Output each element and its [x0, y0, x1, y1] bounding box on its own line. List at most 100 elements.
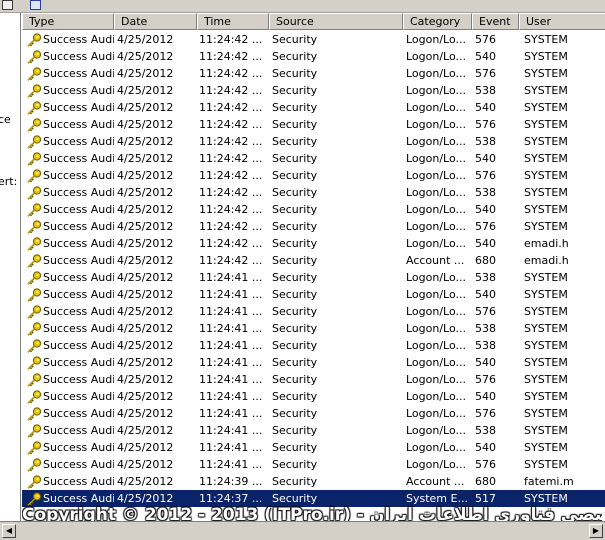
event-id-cell: 540	[475, 288, 496, 301]
user-cell: SYSTEM	[524, 390, 568, 403]
time-cell: 11:24:42 ...	[199, 203, 263, 216]
user-cell: SYSTEM	[524, 203, 568, 216]
date-cell: 4/25/2012	[117, 271, 174, 284]
table-row[interactable]: Success Audit 4/25/2012 11:24:41 ... Securi…	[22, 303, 605, 320]
date-cell: 4/25/2012	[117, 152, 174, 165]
source-cell: Security	[272, 288, 318, 301]
key-icon	[26, 339, 42, 353]
time-cell: 11:24:42 ...	[199, 118, 263, 131]
key-icon	[26, 458, 42, 472]
table-row[interactable]: Success Audit 4/25/2012 11:24:41 ... Securi…	[22, 337, 605, 354]
key-icon	[26, 118, 42, 132]
table-row[interactable]: Success Audit 4/25/2012 11:24:41 ... Securi…	[22, 354, 605, 371]
type-cell: Success Audit	[26, 286, 114, 303]
table-row[interactable]: Success Audit 4/25/2012 11:24:42 ... Securi…	[22, 116, 605, 133]
category-cell: Logon/Lo...	[406, 373, 467, 386]
date-cell: 4/25/2012	[117, 441, 174, 454]
date-cell: 4/25/2012	[117, 288, 174, 301]
type-cell: Success Audit	[26, 201, 114, 218]
event-list[interactable]: Type Date Time Source Category Event Use…	[22, 13, 605, 521]
category-cell: Logon/Lo...	[406, 50, 467, 63]
column-date[interactable]: Date	[114, 13, 197, 30]
category-cell: Logon/Lo...	[406, 322, 467, 335]
source-cell: Security	[272, 475, 318, 488]
type-label: Success Audit	[43, 271, 114, 284]
key-icon	[26, 33, 42, 47]
table-row[interactable]: Success Audit 4/25/2012 11:24:42 ... Securi…	[22, 133, 605, 150]
key-icon	[26, 220, 42, 234]
user-cell: SYSTEM	[524, 424, 568, 437]
scroll-right-button[interactable]: ▶	[589, 524, 603, 538]
scroll-left-button[interactable]: ◀	[2, 524, 16, 538]
type-cell: Success Audit	[26, 31, 114, 48]
key-icon	[26, 288, 42, 302]
table-row[interactable]: Success Audit 4/25/2012 11:24:41 ... Securi…	[22, 439, 605, 456]
table-row[interactable]: Success Audit 4/25/2012 11:24:42 ... Securi…	[22, 99, 605, 116]
source-cell: Security	[272, 118, 318, 131]
table-row[interactable]: Success Audit 4/25/2012 11:24:42 ... Securi…	[22, 31, 605, 48]
table-row[interactable]: Success Audit 4/25/2012 11:24:41 ... Securi…	[22, 371, 605, 388]
user-cell: SYSTEM	[524, 101, 568, 114]
column-source[interactable]: Source	[269, 13, 403, 30]
type-cell: Success Audit	[26, 167, 114, 184]
date-cell: 4/25/2012	[117, 203, 174, 216]
table-row[interactable]: Success Audit 4/25/2012 11:24:41 ... Securi…	[22, 456, 605, 473]
type-cell: Success Audit	[26, 218, 114, 235]
table-row[interactable]: Success Audit 4/25/2012 11:24:42 ... Securi…	[22, 218, 605, 235]
table-row[interactable]: Success Audit 4/25/2012 11:24:41 ... Securi…	[22, 286, 605, 303]
table-row[interactable]: Success Audit 4/25/2012 11:24:42 ... Securi…	[22, 65, 605, 82]
table-row[interactable]: Success Audit 4/25/2012 11:24:41 ... Securi…	[22, 269, 605, 286]
date-cell: 4/25/2012	[117, 84, 174, 97]
table-row[interactable]: Success Audit 4/25/2012 11:24:42 ... Securi…	[22, 48, 605, 65]
source-cell: Security	[272, 203, 318, 216]
table-row[interactable]: Success Audit 4/25/2012 11:24:42 ... Securi…	[22, 252, 605, 269]
event-id-cell: 540	[475, 152, 496, 165]
table-row[interactable]: Success Audit 4/25/2012 11:24:41 ... Securi…	[22, 388, 605, 405]
table-row[interactable]: Success Audit 4/25/2012 11:24:41 ... Securi…	[22, 320, 605, 337]
source-cell: Security	[272, 271, 318, 284]
type-cell: Success Audit	[26, 184, 114, 201]
key-icon	[26, 305, 42, 319]
table-row[interactable]: Success Audit 4/25/2012 11:24:39 ... Securi…	[22, 473, 605, 490]
category-cell: Logon/Lo...	[406, 84, 467, 97]
toolbar-icon[interactable]	[30, 0, 41, 10]
date-cell: 4/25/2012	[117, 407, 174, 420]
user-cell: SYSTEM	[524, 407, 568, 420]
user-cell: SYSTEM	[524, 441, 568, 454]
column-category[interactable]: Category	[403, 13, 472, 30]
column-time[interactable]: Time	[197, 13, 269, 30]
table-row[interactable]: Success Audit 4/25/2012 11:24:42 ... Securi…	[22, 184, 605, 201]
category-cell: Logon/Lo...	[406, 458, 467, 471]
user-cell: SYSTEM	[524, 67, 568, 80]
event-id-cell: 540	[475, 356, 496, 369]
key-icon	[26, 322, 42, 336]
date-cell: 4/25/2012	[117, 33, 174, 46]
column-event[interactable]: Event	[472, 13, 519, 30]
table-row[interactable]: Success Audit 4/25/2012 11:24:42 ... Securi…	[22, 167, 605, 184]
time-cell: 11:24:42 ...	[199, 254, 263, 267]
event-id-cell: 538	[475, 271, 496, 284]
source-cell: Security	[272, 101, 318, 114]
table-row[interactable]: Success Audit 4/25/2012 11:24:41 ... Securi…	[22, 422, 605, 439]
table-row[interactable]: Success Audit 4/25/2012 11:24:42 ... Securi…	[22, 150, 605, 167]
category-cell: Logon/Lo...	[406, 186, 467, 199]
event-id-cell: 576	[475, 33, 496, 46]
toolbar-icon[interactable]	[2, 0, 13, 10]
category-cell: Logon/Lo...	[406, 407, 467, 420]
key-icon	[26, 169, 42, 183]
horizontal-scrollbar[interactable]: ◀ ▶	[0, 521, 605, 540]
source-cell: Security	[272, 152, 318, 165]
type-cell: Success Audit	[26, 116, 114, 133]
source-cell: Security	[272, 441, 318, 454]
table-row[interactable]: Success Audit 4/25/2012 11:24:41 ... Securi…	[22, 405, 605, 422]
event-id-cell: 576	[475, 67, 496, 80]
source-cell: Security	[272, 33, 318, 46]
table-row[interactable]: Success Audit 4/25/2012 11:24:42 ... Securi…	[22, 82, 605, 99]
table-row[interactable]: Success Audit 4/25/2012 11:24:42 ... Securi…	[22, 201, 605, 218]
column-type[interactable]: Type	[22, 13, 114, 30]
table-row[interactable]: Success Audit 4/25/2012 11:24:42 ... Securi…	[22, 235, 605, 252]
column-user[interactable]: User	[519, 13, 605, 30]
date-cell: 4/25/2012	[117, 305, 174, 318]
event-id-cell: 576	[475, 458, 496, 471]
type-cell: Success Audit	[26, 269, 114, 286]
